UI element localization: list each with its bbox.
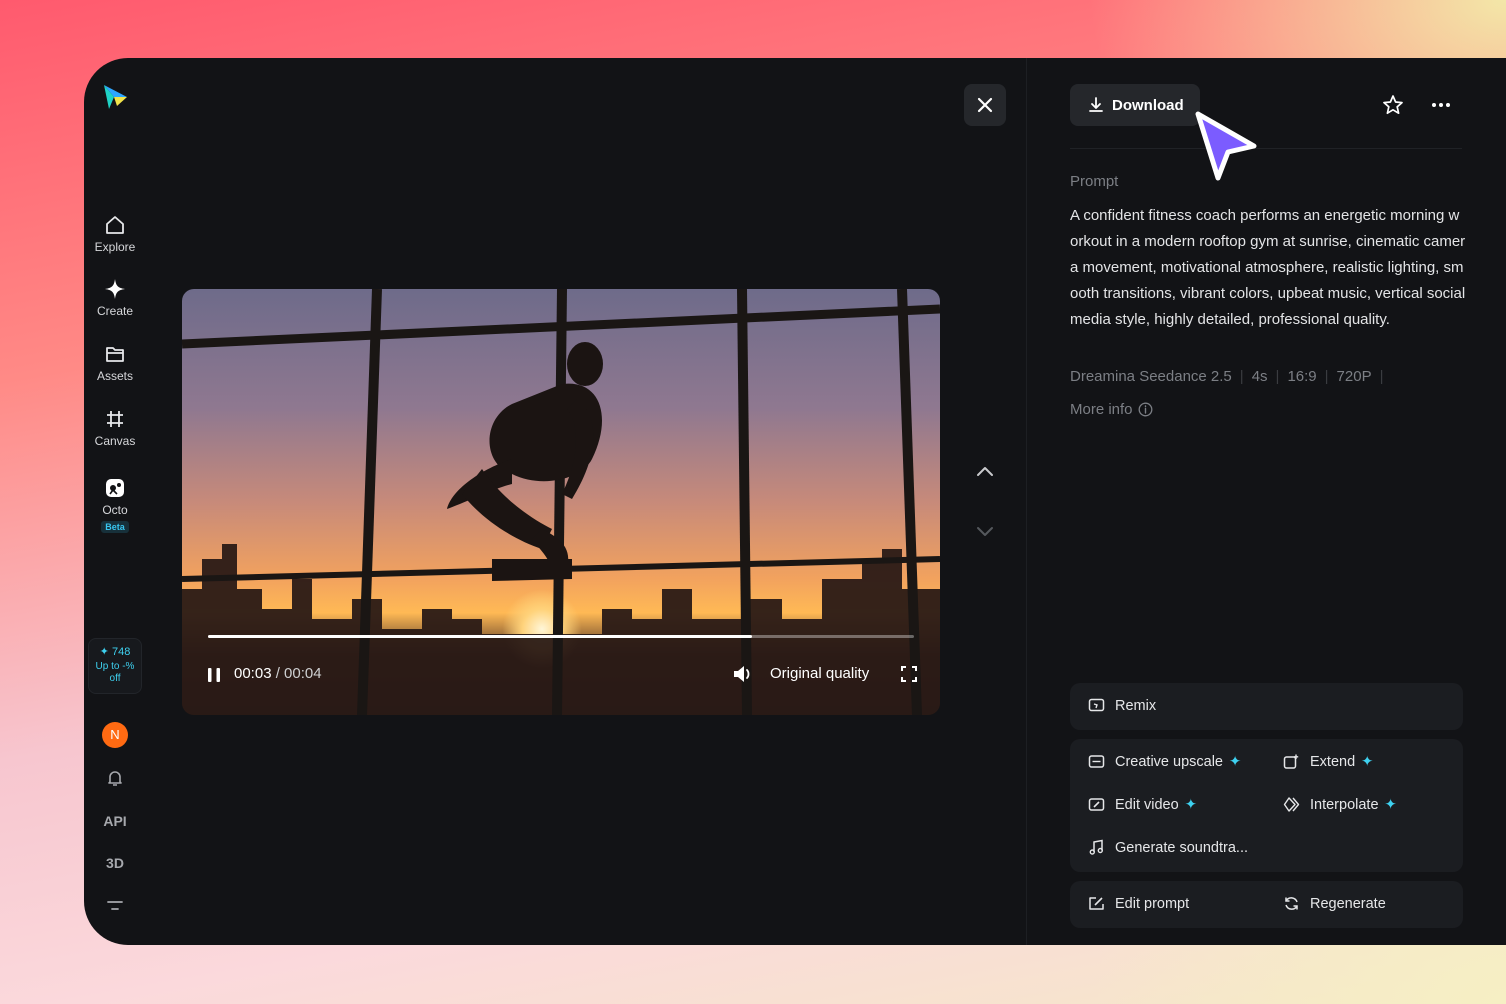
remix-label: Remix bbox=[1115, 697, 1157, 714]
video-frame-scene bbox=[182, 289, 940, 715]
more-info-label: More info bbox=[1070, 401, 1133, 418]
edit-prompt-button[interactable]: Edit prompt bbox=[1088, 895, 1189, 912]
sidebar-item-label: Octo bbox=[102, 503, 128, 517]
volume-icon[interactable] bbox=[732, 664, 754, 684]
promo-line1: Up to -% bbox=[95, 661, 135, 672]
app-window: Explore Create Assets Canvas Octo Beta ✦… bbox=[84, 58, 1506, 945]
sidebar: Explore Create Assets Canvas Octo Beta ✦… bbox=[84, 58, 146, 945]
download-icon bbox=[1089, 97, 1103, 112]
edit-prompt-icon bbox=[1089, 897, 1104, 910]
edit-video-label: Edit video bbox=[1115, 796, 1179, 813]
video-player[interactable]: 00:03 / 00:04 Original quality bbox=[182, 289, 940, 715]
close-icon bbox=[977, 97, 993, 113]
quality-selector[interactable]: Original quality bbox=[770, 665, 869, 682]
music-note-icon bbox=[1089, 839, 1104, 855]
edit-video-icon bbox=[1088, 798, 1105, 811]
beta-badge: Beta bbox=[101, 521, 129, 533]
interpolate-icon bbox=[1283, 797, 1300, 812]
sidebar-item-label: Create bbox=[96, 304, 134, 318]
duration: / 00:04 bbox=[275, 665, 322, 682]
creative-upscale-label: Creative upscale bbox=[1115, 753, 1223, 770]
video-progress-fill bbox=[208, 635, 752, 638]
fullscreen-icon[interactable] bbox=[900, 665, 918, 683]
sidebar-item-canvas[interactable]: Canvas bbox=[84, 408, 146, 448]
remix-button[interactable]: Remix bbox=[1088, 697, 1156, 714]
menu-icon bbox=[107, 901, 123, 910]
credit-count: 748 bbox=[111, 646, 131, 658]
sparkle-icon: ✦ bbox=[1229, 753, 1242, 770]
credit-sparkle-icon: ✦ bbox=[99, 646, 109, 658]
sparkle-icon: ✦ bbox=[1384, 796, 1397, 813]
generate-soundtrack-button[interactable]: Generate soundtra... bbox=[1088, 839, 1248, 856]
close-button[interactable] bbox=[964, 84, 1006, 126]
octo-icon bbox=[106, 479, 124, 497]
interpolate-label: Interpolate bbox=[1310, 796, 1379, 813]
meta-ratio: 16:9 bbox=[1287, 368, 1317, 385]
panel-divider bbox=[1026, 58, 1027, 945]
canvas-icon bbox=[107, 411, 123, 427]
meta-model: Dreamina Seedance 2.5 bbox=[1070, 368, 1232, 385]
more-info-link[interactable]: More info bbox=[1070, 401, 1153, 418]
remix-icon bbox=[1088, 698, 1105, 712]
video-time: 00:03 / 00:04 bbox=[234, 665, 322, 682]
current-time: 00:03 bbox=[234, 665, 272, 682]
pause-icon[interactable] bbox=[206, 667, 222, 683]
edit-video-button[interactable]: Edit video ✦ bbox=[1088, 796, 1197, 813]
folder-icon bbox=[106, 347, 124, 362]
interpolate-button[interactable]: Interpolate ✦ bbox=[1283, 796, 1397, 813]
sidebar-item-assets[interactable]: Assets bbox=[84, 343, 146, 383]
mouse-cursor-icon bbox=[1195, 111, 1257, 181]
previous-arrow-icon[interactable] bbox=[974, 460, 996, 482]
app-logo-icon[interactable] bbox=[100, 82, 130, 112]
sidebar-item-octo[interactable]: Octo Beta bbox=[84, 477, 146, 535]
3d-button[interactable]: 3D bbox=[84, 855, 146, 871]
sparkle-icon: ✦ bbox=[1361, 753, 1374, 770]
extend-label: Extend bbox=[1310, 753, 1356, 770]
info-icon bbox=[1138, 402, 1152, 417]
creative-upscale-button[interactable]: Creative upscale ✦ bbox=[1088, 753, 1241, 770]
menu-button[interactable] bbox=[84, 898, 146, 919]
sidebar-item-label: Canvas bbox=[94, 434, 136, 448]
sidebar-item-create[interactable]: Create bbox=[84, 278, 146, 318]
panel-separator bbox=[1070, 148, 1462, 149]
regenerate-icon bbox=[1285, 897, 1298, 910]
remix-card: Remix bbox=[1070, 683, 1463, 730]
bell-icon bbox=[108, 771, 122, 786]
extend-button[interactable]: Extend ✦ bbox=[1283, 753, 1373, 770]
promo-line2: off bbox=[109, 673, 121, 684]
notifications-button[interactable] bbox=[84, 768, 146, 793]
video-progress-bar[interactable] bbox=[208, 635, 914, 638]
avatar[interactable]: N bbox=[102, 722, 128, 748]
sidebar-item-label: Assets bbox=[96, 369, 133, 383]
meta-duration: 4s bbox=[1251, 368, 1268, 385]
regenerate-label: Regenerate bbox=[1310, 895, 1386, 912]
extend-icon bbox=[1283, 754, 1299, 769]
prompt-actions-card: Edit prompt Regenerate bbox=[1070, 881, 1463, 928]
credits-promo[interactable]: ✦ 748 Up to -% off bbox=[88, 638, 142, 694]
home-icon bbox=[106, 216, 124, 234]
sidebar-item-label: Explore bbox=[94, 240, 136, 254]
download-label: Download bbox=[1112, 96, 1184, 114]
next-arrow-icon[interactable] bbox=[974, 520, 996, 542]
regenerate-button[interactable]: Regenerate bbox=[1283, 895, 1386, 912]
download-button[interactable]: Download bbox=[1070, 84, 1200, 126]
sparkle-icon bbox=[105, 279, 125, 299]
prompt-text: A confident fitness coach performs an en… bbox=[1070, 207, 1466, 328]
more-options-icon[interactable] bbox=[1430, 94, 1452, 116]
favorite-star-icon[interactable] bbox=[1382, 94, 1404, 116]
meta-resolution: 720P bbox=[1336, 368, 1372, 385]
tools-card: Creative upscale ✦ Extend ✦ Edit video ✦… bbox=[1070, 739, 1463, 872]
sparkle-icon: ✦ bbox=[1184, 796, 1197, 813]
video-controls: 00:03 / 00:04 Original quality bbox=[182, 659, 940, 689]
edit-prompt-label: Edit prompt bbox=[1115, 895, 1190, 912]
generate-soundtrack-label: Generate soundtra... bbox=[1115, 839, 1248, 856]
generation-meta: Dreamina Seedance 2.5 | 4s | 16:9 | 720P | bbox=[1070, 368, 1384, 385]
sidebar-item-explore[interactable]: Explore bbox=[84, 214, 146, 254]
api-button[interactable]: API bbox=[84, 813, 146, 829]
hd-upscale-icon bbox=[1088, 755, 1105, 768]
prompt-heading: Prompt bbox=[1070, 173, 1119, 190]
